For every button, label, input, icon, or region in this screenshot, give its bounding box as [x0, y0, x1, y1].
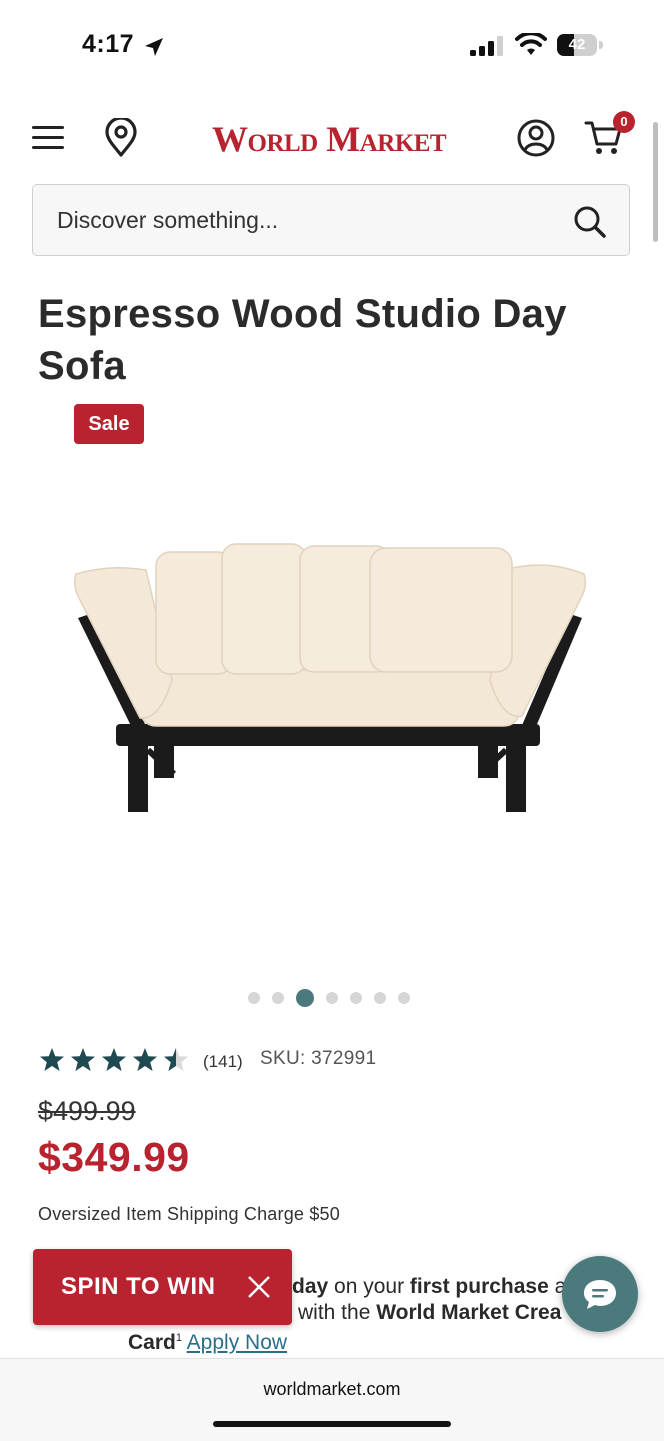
signal-icon [470, 36, 503, 56]
menu-button[interactable] [32, 124, 66, 152]
apply-now-link[interactable]: Apply Now [187, 1331, 287, 1354]
promo-line: day on your first purchase a [292, 1274, 566, 1300]
rating[interactable]: (141) [38, 1044, 243, 1076]
star-icon [133, 1048, 157, 1071]
promo-text: on your [328, 1275, 410, 1298]
location-pin-icon[interactable] [103, 118, 139, 158]
carousel-dot[interactable] [398, 992, 410, 1004]
rating-stars [38, 1046, 193, 1074]
star-icon [102, 1048, 126, 1071]
original-price: $499.99 [38, 1096, 136, 1126]
site-header: World Market [0, 100, 664, 176]
sale-badge: Sale [74, 404, 144, 444]
carousel-dot[interactable] [374, 992, 386, 1004]
search-bar [32, 184, 630, 256]
product-title: Espresso Wood Studio Day Sofa [38, 292, 567, 388]
shipping-note: Oversized Item Shipping Charge $50 [38, 1204, 340, 1224]
home-indicator[interactable] [213, 1421, 451, 1427]
review-count[interactable]: (141) [203, 1052, 243, 1072]
promo-line: Card1 Apply Now [128, 1325, 287, 1356]
sku: SKU: 372991 [260, 1048, 377, 1069]
status-bar: 4:17 42 [0, 0, 664, 92]
star-icon [164, 1048, 188, 1071]
promo-bold: day [292, 1275, 329, 1298]
search-input[interactable] [57, 185, 557, 255]
carousel-dot[interactable] [248, 992, 260, 1004]
star-icon [71, 1048, 95, 1071]
browser-address-bar: worldmarket.com [0, 1358, 664, 1441]
promo-bold: World Market Crea [376, 1301, 562, 1324]
battery-percent: 42 [568, 36, 586, 53]
promo-line: with the World Market Crea [298, 1300, 561, 1326]
carousel-dot[interactable] [272, 992, 284, 1004]
spin-to-win-button[interactable]: SPIN TO WIN [33, 1249, 292, 1325]
menu-icon-bar [32, 136, 64, 139]
cart-count-badge: 0 [613, 111, 635, 133]
spin-to-win-label: SPIN TO WIN [61, 1273, 216, 1300]
menu-icon-bar [32, 146, 64, 149]
close-icon[interactable] [247, 1275, 271, 1299]
product-image[interactable] [70, 530, 590, 830]
location-arrow-icon [145, 38, 163, 56]
status-time: 4:17 [82, 30, 135, 58]
carousel-dot[interactable] [326, 992, 338, 1004]
sale-price: $349.99 [38, 1134, 190, 1180]
promo-text: with the [298, 1301, 377, 1324]
footnote-marker: 1 [175, 1332, 182, 1344]
battery-nub [599, 41, 603, 49]
account-icon[interactable] [516, 118, 556, 158]
scrollbar[interactable] [653, 122, 658, 242]
carousel-dots [248, 988, 410, 1008]
carousel-dot[interactable] [296, 989, 314, 1007]
star-icon [40, 1048, 64, 1071]
carousel-dot[interactable] [350, 992, 362, 1004]
world-market-logo[interactable]: World Market [212, 118, 452, 160]
url-text[interactable]: worldmarket.com [0, 1379, 664, 1400]
chat-button[interactable] [562, 1256, 638, 1332]
chat-bubble-icon [584, 1280, 616, 1309]
search-icon[interactable] [573, 205, 607, 239]
promo-bold: Card [128, 1331, 176, 1354]
wifi-icon [515, 33, 547, 55]
menu-icon [32, 126, 64, 129]
battery-icon: 42 [557, 34, 597, 56]
promo-bold: first purchase [409, 1275, 549, 1298]
